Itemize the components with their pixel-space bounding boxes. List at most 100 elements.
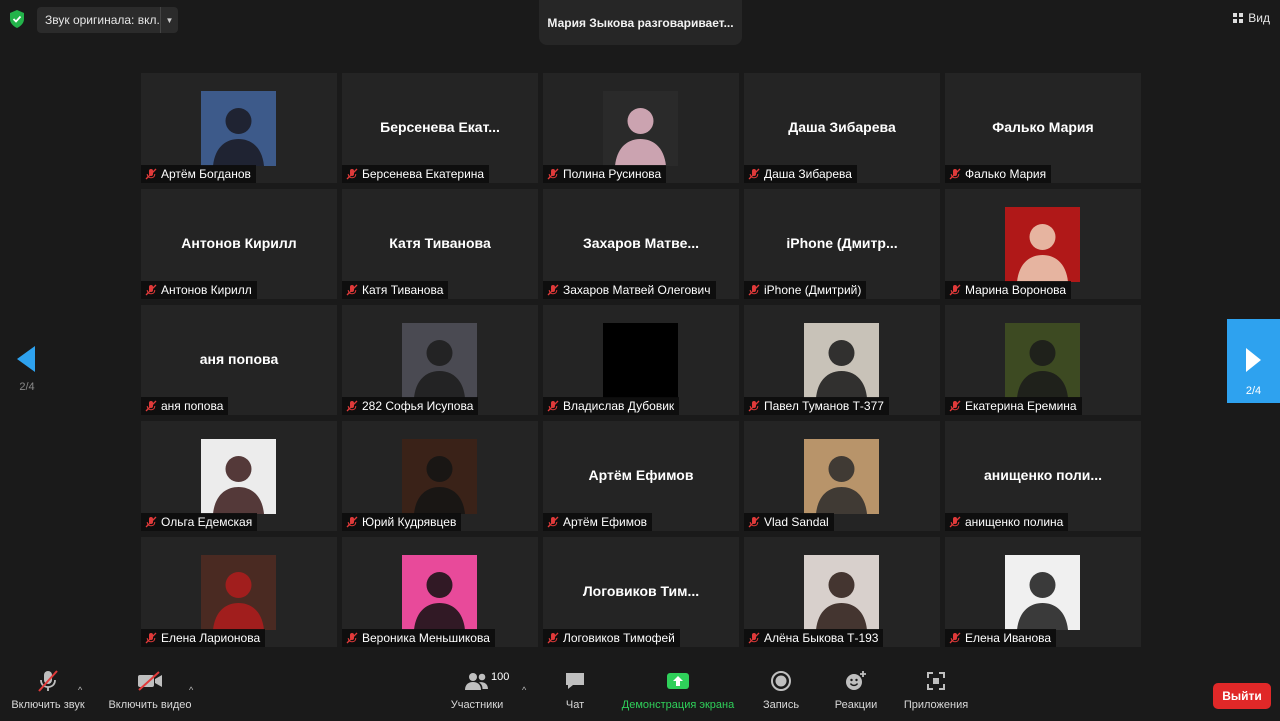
microphone-muted-icon: [346, 632, 358, 644]
participant-name: Артём Ефимов: [563, 515, 648, 529]
participants-options-chevron-icon[interactable]: ^: [522, 685, 526, 695]
unmute-label: Включить звук: [11, 699, 85, 711]
microphone-muted-icon: [949, 516, 961, 528]
participant-display-name: Логовиков Тим...: [582, 583, 700, 599]
participant-display-name: Берсенева Екат...: [380, 119, 500, 135]
share-screen-button[interactable]: Демонстрация экрана: [618, 663, 738, 721]
participant-avatar: [603, 91, 678, 166]
participant-tile[interactable]: анищенко поли... анищенко полина: [945, 421, 1141, 531]
microphone-muted-icon: [547, 168, 559, 180]
participant-nameplate: Катя Тиванова: [342, 281, 449, 299]
next-page-button[interactable]: 2/4: [1227, 319, 1280, 403]
participant-avatar: [201, 91, 276, 166]
video-off-icon: [138, 671, 162, 691]
record-button[interactable]: Запись: [756, 663, 806, 721]
participant-tile[interactable]: Алёна Быкова Т-193: [744, 537, 940, 647]
chat-button[interactable]: Чат: [555, 663, 595, 721]
participant-avatar: [201, 555, 276, 630]
participant-name: Артём Богданов: [161, 167, 251, 181]
participant-tile[interactable]: Полина Русинова: [543, 73, 739, 183]
participant-tile[interactable]: Катя Тиванова Катя Тиванова: [342, 189, 538, 299]
microphone-muted-icon: [346, 168, 358, 180]
participant-name: Екатерина Еремина: [965, 399, 1077, 413]
participant-nameplate: Даша Зибарева: [744, 165, 857, 183]
participant-name: Владислав Дубовик: [563, 399, 675, 413]
participant-tile[interactable]: Екатерина Еремина: [945, 305, 1141, 415]
participant-nameplate: анищенко полина: [945, 513, 1069, 531]
participant-tile[interactable]: Владислав Дубовик: [543, 305, 739, 415]
start-video-button[interactable]: Включить видео: [106, 663, 194, 721]
participant-avatar: [603, 323, 678, 398]
video-options-chevron-icon[interactable]: ^: [189, 685, 193, 695]
reactions-button[interactable]: Реакции: [832, 663, 880, 721]
participant-display-name: Антонов Кирилл: [181, 235, 297, 251]
participants-button[interactable]: 100 Участники: [448, 663, 510, 721]
participant-tile[interactable]: аня попова аня попова: [141, 305, 337, 415]
participant-tile[interactable]: Артём Богданов: [141, 73, 337, 183]
participant-avatar: [402, 555, 477, 630]
participant-tile[interactable]: Вероника Меньшикова: [342, 537, 538, 647]
participant-nameplate: Полина Русинова: [543, 165, 667, 183]
participant-tile[interactable]: Юрий Кудрявцев: [342, 421, 538, 531]
microphone-muted-icon: [145, 284, 157, 296]
page-indicator-right: 2/4: [1245, 385, 1262, 397]
microphone-muted-icon: [748, 400, 760, 412]
participant-nameplate: iPhone (Дмитрий): [744, 281, 867, 299]
participant-tile[interactable]: Логовиков Тим... Логовиков Тимофей: [543, 537, 739, 647]
participant-name: 282 Софья Исупова: [362, 399, 474, 413]
participant-avatar: [402, 439, 477, 514]
participant-tile[interactable]: Vlad Sandal: [744, 421, 940, 531]
audio-options-chevron-icon[interactable]: ^: [78, 685, 82, 695]
apps-icon: [927, 672, 945, 690]
participant-display-name: Захаров Матве...: [582, 235, 700, 251]
participant-tile[interactable]: Ольга Едемская: [141, 421, 337, 531]
participant-nameplate: Екатерина Еремина: [945, 397, 1082, 415]
participant-name: анищенко полина: [965, 515, 1064, 529]
participant-gallery: Артём Богданов Берсенева Екат... Берсенева…: [141, 73, 1141, 647]
participant-nameplate: Логовиков Тимофей: [543, 629, 680, 647]
participant-nameplate: Владислав Дубовик: [543, 397, 680, 415]
participant-nameplate: Артём Богданов: [141, 165, 256, 183]
participant-tile[interactable]: Фалько Мария Фалько Мария: [945, 73, 1141, 183]
apps-button[interactable]: Приложения: [900, 663, 972, 721]
leave-meeting-button[interactable]: Выйти: [1213, 683, 1271, 709]
participant-tile[interactable]: 282 Софья Исупова: [342, 305, 538, 415]
chat-icon: [566, 673, 584, 689]
participant-name: Алёна Быкова Т-193: [764, 631, 879, 645]
microphone-muted-icon: [547, 400, 559, 412]
participant-tile[interactable]: Даша Зибарева Даша Зибарева: [744, 73, 940, 183]
participant-tile[interactable]: Марина Воронова: [945, 189, 1141, 299]
participant-avatar: [804, 323, 879, 398]
participant-tile[interactable]: Артём Ефимов Артём Ефимов: [543, 421, 739, 531]
view-button[interactable]: Вид: [1233, 11, 1270, 25]
participants-icon: [465, 673, 488, 690]
chevron-down-icon[interactable]: ▼: [160, 7, 178, 33]
microphone-muted-icon: [547, 516, 559, 528]
participant-nameplate: Ольга Едемская: [141, 513, 258, 531]
record-label: Запись: [762, 699, 800, 711]
participant-tile[interactable]: Елена Иванова: [945, 537, 1141, 647]
meeting-toolbar: Включить звук ^ Включить видео ^ 100 Уча…: [0, 663, 1280, 721]
participant-tile[interactable]: Павел Туманов Т-377: [744, 305, 940, 415]
participant-nameplate: Елена Иванова: [945, 629, 1057, 647]
participant-tile[interactable]: iPhone (Дмитр... iPhone (Дмитрий): [744, 189, 940, 299]
participant-name: iPhone (Дмитрий): [764, 283, 862, 297]
reactions-emoji-icon: [846, 671, 866, 690]
participant-tile[interactable]: Елена Ларионова: [141, 537, 337, 647]
original-sound-toggle[interactable]: Звук оригинала: вкл. ▼: [37, 7, 178, 33]
participant-avatar: [804, 439, 879, 514]
participant-nameplate: Фалько Мария: [945, 165, 1052, 183]
participant-tile[interactable]: Захаров Матве... Захаров Матвей Олегович: [543, 189, 739, 299]
unmute-button[interactable]: Включить звук: [8, 663, 88, 721]
participant-avatar: [1005, 323, 1080, 398]
start-video-label: Включить видео: [108, 699, 192, 711]
participant-display-name: Даша Зибарева: [788, 119, 896, 135]
participant-tile[interactable]: Берсенева Екат... Берсенева Екатерина: [342, 73, 538, 183]
encryption-shield-icon[interactable]: [8, 9, 26, 29]
participant-nameplate: Берсенева Екатерина: [342, 165, 490, 183]
grid-view-icon: [1233, 13, 1244, 23]
participant-tile[interactable]: Антонов Кирилл Антонов Кирилл: [141, 189, 337, 299]
participant-nameplate: Павел Туманов Т-377: [744, 397, 889, 415]
previous-page-button[interactable]: 2/4: [14, 346, 40, 393]
original-sound-label: Звук оригинала: вкл.: [45, 13, 160, 27]
